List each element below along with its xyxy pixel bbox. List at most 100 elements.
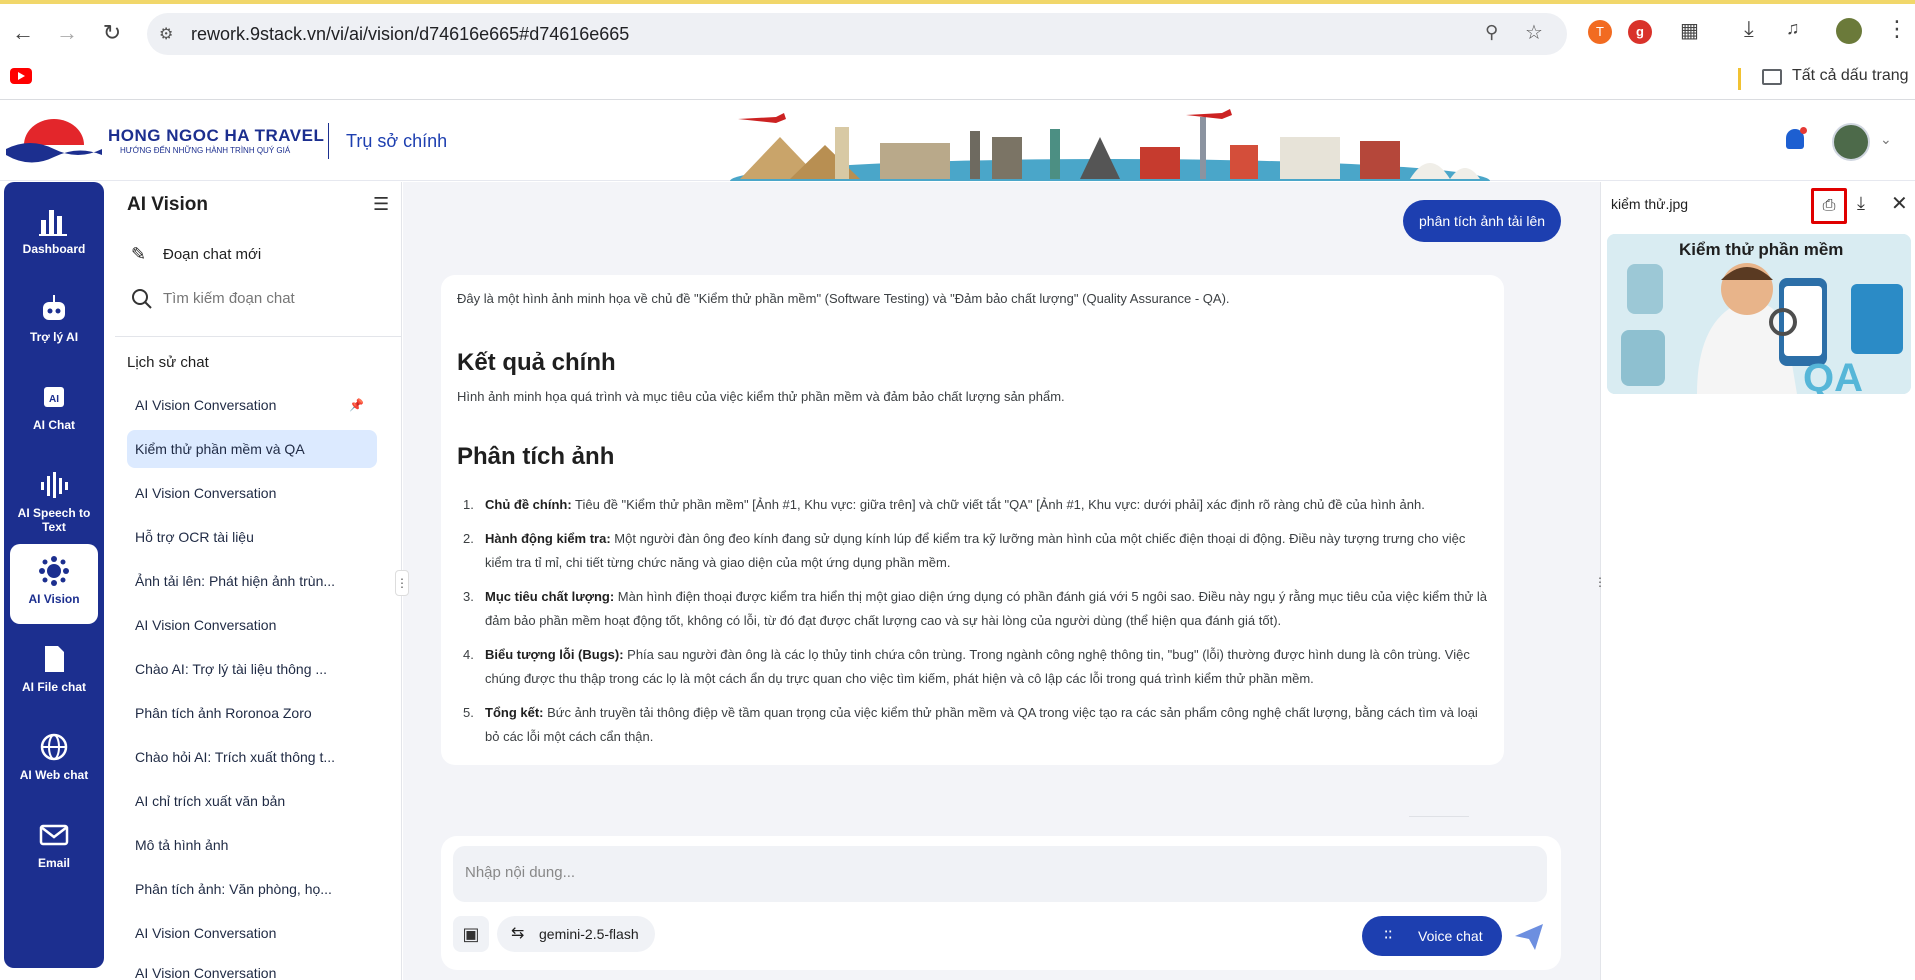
panel-title: AI Vision (127, 194, 208, 215)
history-item[interactable]: Kiểm thử phần mềm và QA (127, 430, 377, 468)
resize-handle-left[interactable]: ⋮ (395, 570, 409, 596)
rail-item-dashboard[interactable]: Dashboard (10, 194, 98, 274)
soundwave-icon (37, 468, 71, 502)
history-title: Lịch sử chat (127, 354, 209, 371)
search-chat-field[interactable]: Tìm kiếm đoạn chat (131, 286, 381, 314)
youtube-icon[interactable] (10, 68, 32, 84)
send-icon[interactable] (1513, 920, 1545, 952)
history-item[interactable]: AI Vision Conversation (127, 386, 377, 424)
left-rail: Dashboard Trợ lý AI AI AI Chat AI Speech… (4, 182, 104, 968)
search-placeholder: Tìm kiếm đoạn chat (163, 290, 295, 307)
history-item[interactable]: AI Vision Conversation (127, 914, 377, 952)
extension-g-icon[interactable]: g (1628, 20, 1652, 44)
image-upload-icon[interactable]: ▣ (453, 916, 489, 952)
site-settings-icon[interactable]: ⚙ (159, 24, 173, 44)
globe-icon (37, 730, 71, 764)
notification-dot (1800, 127, 1807, 134)
bookmark-star-icon[interactable]: ☆ (1525, 20, 1543, 45)
file-icon (37, 642, 71, 676)
zoom-icon[interactable]: ⚲ (1485, 22, 1498, 43)
resize-handle-right[interactable]: ⋮ (1594, 570, 1606, 596)
office-label[interactable]: Trụ sở chính (346, 131, 447, 152)
history-item[interactable]: AI Vision Conversation (127, 474, 377, 512)
back-icon[interactable]: ← (8, 18, 38, 48)
reload-icon[interactable]: ↻ (97, 18, 127, 48)
history-item[interactable]: Phân tích ảnh: Văn phòng, họ... (127, 870, 377, 908)
close-icon[interactable]: ✕ (1891, 191, 1908, 216)
analysis-item: 2. Hành động kiểm tra: Một người đàn ông … (463, 531, 1466, 570)
extensions-puzzle-icon[interactable]: ▦ (1680, 18, 1699, 43)
bookmarks-bar: Tất cả dấu trang (0, 60, 1915, 100)
print-button[interactable]: ⎙ (1811, 188, 1847, 224)
svg-text:QA: QA (1803, 356, 1863, 394)
panel-divider (115, 336, 402, 337)
history-item[interactable]: Chào AI: Trợ lý tài liệu thông ... (127, 650, 377, 688)
composer: Nhập nội dung... ▣ ⇆ gemini-2.5-flash ∶∶… (441, 836, 1561, 970)
analysis-item: 3. Mục tiêu chất lượng: Màn hình điện tho… (463, 589, 1487, 628)
rail-item-speech-to-text[interactable]: AI Speech to Text (10, 458, 98, 546)
voice-chat-button[interactable]: ∶∶ Voice chat (1362, 916, 1502, 956)
analysis-item: 4. Biểu tượng lỗi (Bugs): Phía sau người … (463, 647, 1470, 686)
history-item[interactable]: Phân tích ảnh Roronoa Zoro (127, 694, 377, 732)
rail-item-ai-assistant[interactable]: Trợ lý AI (10, 282, 98, 362)
history-item[interactable]: Hỗ trợ OCR tài liệu (127, 518, 377, 556)
user-avatar[interactable] (1832, 123, 1870, 161)
history-item[interactable]: AI chỉ trích xuất văn bản (127, 782, 377, 820)
conversation-area: ⋮ phân tích ảnh tải lên Đây là một hình … (395, 182, 1600, 980)
edit-pen-icon: ✎ (131, 244, 147, 264)
rail-label: Dashboard (22, 242, 86, 256)
brand-name: HONG NGOC HA TRAVEL (108, 126, 325, 145)
rail-item-email[interactable]: Email (10, 808, 98, 888)
preview-image-title: Kiểm thử phần mềm (1679, 240, 1844, 259)
history-item[interactable]: Ảnh tải lên: Phát hiện ảnh trùn... (127, 562, 377, 600)
analysis-item: 5. Tổng kết: Bức ảnh truyền tải thông điệ… (463, 705, 1478, 744)
message-input-placeholder: Nhập nội dung... (465, 864, 576, 881)
new-chat-button[interactable]: ✎ Đoạn chat mới (131, 242, 381, 270)
model-selector[interactable]: ⇆ gemini-2.5-flash (497, 916, 655, 952)
result-text: Hình ảnh minh họa quá trình và mục tiêu … (457, 389, 1065, 404)
travel-landmarks-banner (730, 109, 1490, 181)
rail-label: Email (37, 856, 70, 870)
all-bookmarks-link[interactable]: Tất cả dấu trang (1792, 67, 1909, 85)
chat-history-panel: AI Vision ☰ ✎ Đoạn chat mới Tìm kiếm đoạ… (115, 182, 402, 980)
rail-item-ai-vision[interactable]: AI Vision (10, 544, 98, 624)
browser-menu-icon[interactable]: ⋮ (1886, 16, 1908, 42)
browser-toolbar: ← → ↻ ⚙ rework.9stack.vn/vi/ai/vision/d7… (0, 0, 1915, 60)
svg-text:AI: AI (49, 394, 59, 405)
profile-avatar-icon[interactable] (1836, 18, 1862, 44)
url-text[interactable]: rework.9stack.vn/vi/ai/vision/d74616e665… (191, 24, 629, 45)
analysis-heading: Phân tích ảnh (457, 443, 615, 470)
rail-item-ai-chat[interactable]: AI AI Chat (10, 370, 98, 450)
new-chat-label: Đoạn chat mới (163, 246, 262, 263)
ai-chip-icon: AI (37, 380, 71, 414)
history-item[interactable]: AI Vision Conversation (127, 958, 377, 980)
collapse-panel-icon[interactable]: ☰ (373, 194, 389, 215)
voice-wave-icon: ∶∶ (1384, 927, 1393, 944)
folder-icon (1762, 69, 1782, 85)
analysis-list: 1. Chủ đề chính: Tiêu đề "Kiểm thử phần m… (457, 493, 1487, 759)
history-item[interactable]: Chào hỏi AI: Trích xuất thông t... (127, 738, 377, 776)
media-control-icon[interactable]: ♫ (1786, 18, 1800, 39)
chevron-down-icon[interactable]: ⌄ (1880, 131, 1892, 148)
message-input[interactable]: Nhập nội dung... (453, 846, 1547, 902)
ai-answer-card: Đây là một hình ảnh minh họa về chủ đề "… (441, 275, 1504, 765)
download-button[interactable]: ⤓ (1857, 193, 1865, 214)
model-name: gemini-2.5-flash (539, 926, 639, 942)
preview-image[interactable]: QA Kiểm thử phần mềm (1607, 234, 1911, 394)
answer-intro: Đây là một hình ảnh minh họa về chủ đề "… (457, 291, 1230, 306)
history-item[interactable]: Mô tả hình ảnh (127, 826, 377, 864)
history-item[interactable]: AI Vision Conversation (127, 606, 377, 644)
voice-chat-label: Voice chat (1418, 928, 1483, 944)
result-heading: Kết quả chính (457, 349, 616, 376)
user-message-bubble: phân tích ảnh tải lên (1403, 200, 1562, 242)
rail-label: AI File chat (21, 680, 86, 694)
forward-icon[interactable]: → (52, 18, 82, 48)
pin-icon[interactable]: 📌 (349, 398, 364, 412)
rail-item-web-chat[interactable]: AI Web chat (10, 720, 98, 800)
rail-item-file-chat[interactable]: AI File chat (10, 632, 98, 712)
image-preview-panel: ⋮ kiểm thử.jpg ⎙ ⤓ ✕ QA Kiểm thử phần mề… (1594, 182, 1915, 980)
download-icon[interactable]: ⤓ (1744, 16, 1754, 42)
rail-label: AI Chat (33, 418, 75, 432)
address-bar[interactable]: ⚙ rework.9stack.vn/vi/ai/vision/d74616e6… (147, 13, 1567, 55)
extension-t-icon[interactable]: T (1588, 20, 1612, 44)
